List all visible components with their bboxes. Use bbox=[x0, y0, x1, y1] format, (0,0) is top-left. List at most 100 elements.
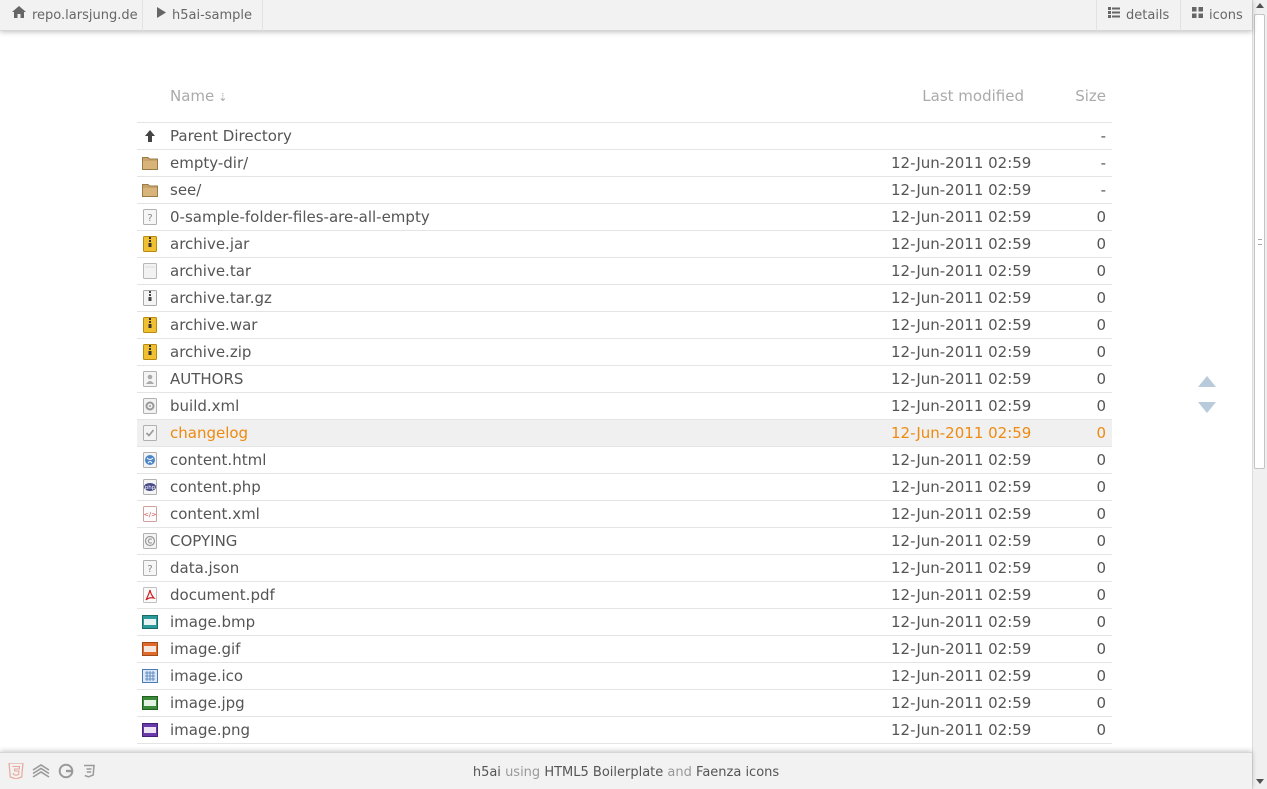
scrollbar-thumb[interactable] bbox=[1254, 14, 1265, 469]
table-row[interactable]: document.pdf 12-Jun-2011 02:59 0 bbox=[137, 582, 1112, 609]
details-view-icon bbox=[1108, 0, 1120, 30]
row-size: 0 bbox=[1096, 613, 1106, 631]
image-png-icon bbox=[142, 722, 158, 738]
breadcrumb-folder[interactable]: h5ai-sample bbox=[143, 0, 263, 31]
row-name[interactable]: content.xml bbox=[170, 505, 260, 523]
unknown-file-icon: ? bbox=[142, 209, 158, 225]
row-name[interactable]: image.ico bbox=[170, 667, 243, 685]
table-row[interactable]: image.png 12-Jun-2011 02:59 0 bbox=[137, 717, 1112, 744]
row-last-modified: 12-Jun-2011 02:59 bbox=[891, 262, 1032, 280]
footer-faenza-link[interactable]: Faenza icons bbox=[696, 765, 779, 780]
row-name[interactable]: archive.tar.gz bbox=[170, 289, 272, 307]
table-row[interactable]: archive.tar 12-Jun-2011 02:59 0 bbox=[137, 258, 1112, 285]
row-name[interactable]: AUTHORS bbox=[170, 370, 243, 388]
row-size: 0 bbox=[1096, 289, 1106, 307]
row-name[interactable]: image.gif bbox=[170, 640, 240, 658]
table-row[interactable]: Parent Directory - bbox=[137, 123, 1112, 150]
row-name[interactable]: data.json bbox=[170, 559, 239, 577]
row-name[interactable]: archive.jar bbox=[170, 235, 249, 253]
column-header-name-label: Name bbox=[170, 87, 215, 105]
column-header-size[interactable]: Size bbox=[1075, 87, 1106, 105]
table-row[interactable]: image.bmp 12-Jun-2011 02:59 0 bbox=[137, 609, 1112, 636]
play-arrow-icon bbox=[157, 0, 166, 30]
row-size: 0 bbox=[1096, 586, 1106, 604]
row-name[interactable]: image.bmp bbox=[170, 613, 255, 631]
row-size: 0 bbox=[1096, 397, 1106, 415]
column-header-name[interactable]: Name ⇣ bbox=[170, 87, 227, 105]
table-row[interactable]: empty-dir/12-Jun-2011 02:59 - bbox=[137, 150, 1112, 177]
column-header-last-modified[interactable]: Last modified bbox=[922, 87, 1024, 105]
row-size: 0 bbox=[1096, 559, 1106, 577]
scroll-up-arrow-icon[interactable] bbox=[1198, 376, 1216, 387]
breadcrumb-folder-label: h5ai-sample bbox=[172, 8, 253, 23]
table-row[interactable]: AUTHORS 12-Jun-2011 02:59 0 bbox=[137, 366, 1112, 393]
copying-file-icon bbox=[142, 533, 158, 549]
row-name[interactable]: changelog bbox=[170, 424, 248, 442]
row-name[interactable]: image.png bbox=[170, 721, 250, 739]
image-bmp-icon bbox=[142, 614, 158, 630]
row-last-modified: 12-Jun-2011 02:59 bbox=[891, 397, 1032, 415]
footer-h5ai-link[interactable]: h5ai bbox=[473, 765, 501, 780]
table-row[interactable]: </> content.xml 12-Jun-2011 02:59 0 bbox=[137, 501, 1112, 528]
table-row[interactable]: archive.jar 12-Jun-2011 02:59 0 bbox=[137, 231, 1112, 258]
row-name[interactable]: content.html bbox=[170, 451, 266, 469]
table-row[interactable]: content.html 12-Jun-2011 02:59 0 bbox=[137, 447, 1112, 474]
row-name[interactable]: see/ bbox=[170, 181, 201, 199]
row-name[interactable]: content.php bbox=[170, 478, 261, 496]
table-row[interactable]: image.jpg 12-Jun-2011 02:59 0 bbox=[137, 690, 1112, 717]
breadcrumb-home-label: repo.larsjung.de bbox=[32, 8, 138, 23]
row-name[interactable]: archive.tar bbox=[170, 262, 251, 280]
xml-file-icon: </> bbox=[142, 506, 158, 522]
row-name[interactable]: 0-sample-folder-files-are-all-empty bbox=[170, 208, 430, 226]
row-name[interactable]: build.xml bbox=[170, 397, 239, 415]
view-details-button[interactable]: details bbox=[1096, 0, 1178, 31]
view-icons-button[interactable]: icons bbox=[1180, 0, 1252, 31]
scroll-down-arrow-icon[interactable] bbox=[1198, 402, 1216, 413]
table-row[interactable]: COPYING 12-Jun-2011 02:59 0 bbox=[137, 528, 1112, 555]
table-row[interactable]: php content.php 12-Jun-2011 02:59 0 bbox=[137, 474, 1112, 501]
row-size: 0 bbox=[1096, 235, 1106, 253]
image-gif-icon bbox=[142, 641, 158, 657]
table-row[interactable]: build.xml 12-Jun-2011 02:59 0 bbox=[137, 393, 1112, 420]
row-name[interactable]: COPYING bbox=[170, 532, 237, 550]
home-icon bbox=[12, 0, 26, 30]
row-size: 0 bbox=[1096, 640, 1106, 658]
table-row[interactable]: archive.tar.gz 12-Jun-2011 02:59 0 bbox=[137, 285, 1112, 312]
table-row[interactable]: image.ico 12-Jun-2011 02:59 0 bbox=[137, 663, 1112, 690]
row-name[interactable]: archive.war bbox=[170, 316, 257, 334]
footer-boilerplate-link[interactable]: HTML5 Boilerplate bbox=[544, 765, 663, 780]
table-row[interactable]: changelog 12-Jun-2011 02:59 0 bbox=[137, 420, 1112, 447]
row-last-modified: 12-Jun-2011 02:59 bbox=[891, 559, 1032, 577]
row-last-modified: 12-Jun-2011 02:59 bbox=[891, 181, 1032, 199]
table-row[interactable]: see/12-Jun-2011 02:59 - bbox=[137, 177, 1112, 204]
row-size: 0 bbox=[1096, 478, 1106, 496]
row-size: 0 bbox=[1096, 208, 1106, 226]
row-name[interactable]: document.pdf bbox=[170, 586, 275, 604]
row-name[interactable]: Parent Directory bbox=[170, 127, 292, 145]
row-name[interactable]: image.jpg bbox=[170, 694, 245, 712]
row-size: 0 bbox=[1096, 694, 1106, 712]
row-last-modified: 12-Jun-2011 02:59 bbox=[891, 451, 1032, 469]
row-name[interactable]: archive.zip bbox=[170, 343, 251, 361]
scrollbar-down-arrow-icon[interactable] bbox=[1256, 779, 1264, 784]
file-listing: Name ⇣ Last modified Size Parent Director… bbox=[137, 80, 1112, 744]
svg-text:php: php bbox=[145, 485, 156, 491]
row-name[interactable]: empty-dir/ bbox=[170, 154, 248, 172]
footer-using-text: using bbox=[505, 765, 541, 780]
row-last-modified: 12-Jun-2011 02:59 bbox=[891, 721, 1032, 739]
vertical-scrollbar[interactable] bbox=[1252, 0, 1267, 789]
table-row[interactable]: ? 0-sample-folder-files-are-all-empty 12-J… bbox=[137, 204, 1112, 231]
table-row[interactable]: archive.war 12-Jun-2011 02:59 0 bbox=[137, 312, 1112, 339]
table-row[interactable]: archive.zip 12-Jun-2011 02:59 0 bbox=[137, 339, 1112, 366]
table-row[interactable]: ? data.json 12-Jun-2011 02:59 0 bbox=[137, 555, 1112, 582]
listing-header: Name ⇣ Last modified Size bbox=[137, 80, 1112, 123]
row-last-modified: 12-Jun-2011 02:59 bbox=[891, 667, 1032, 685]
row-size: 0 bbox=[1096, 370, 1106, 388]
table-row[interactable]: image.gif 12-Jun-2011 02:59 0 bbox=[137, 636, 1112, 663]
row-last-modified: 12-Jun-2011 02:59 bbox=[891, 370, 1032, 388]
scrollbar-up-arrow-icon[interactable] bbox=[1256, 3, 1264, 8]
row-last-modified: 12-Jun-2011 02:59 bbox=[891, 343, 1032, 361]
breadcrumb-home[interactable]: repo.larsjung.de bbox=[0, 0, 143, 31]
sort-descending-icon: ⇣ bbox=[218, 91, 228, 104]
svg-text:</>: </> bbox=[143, 511, 156, 519]
